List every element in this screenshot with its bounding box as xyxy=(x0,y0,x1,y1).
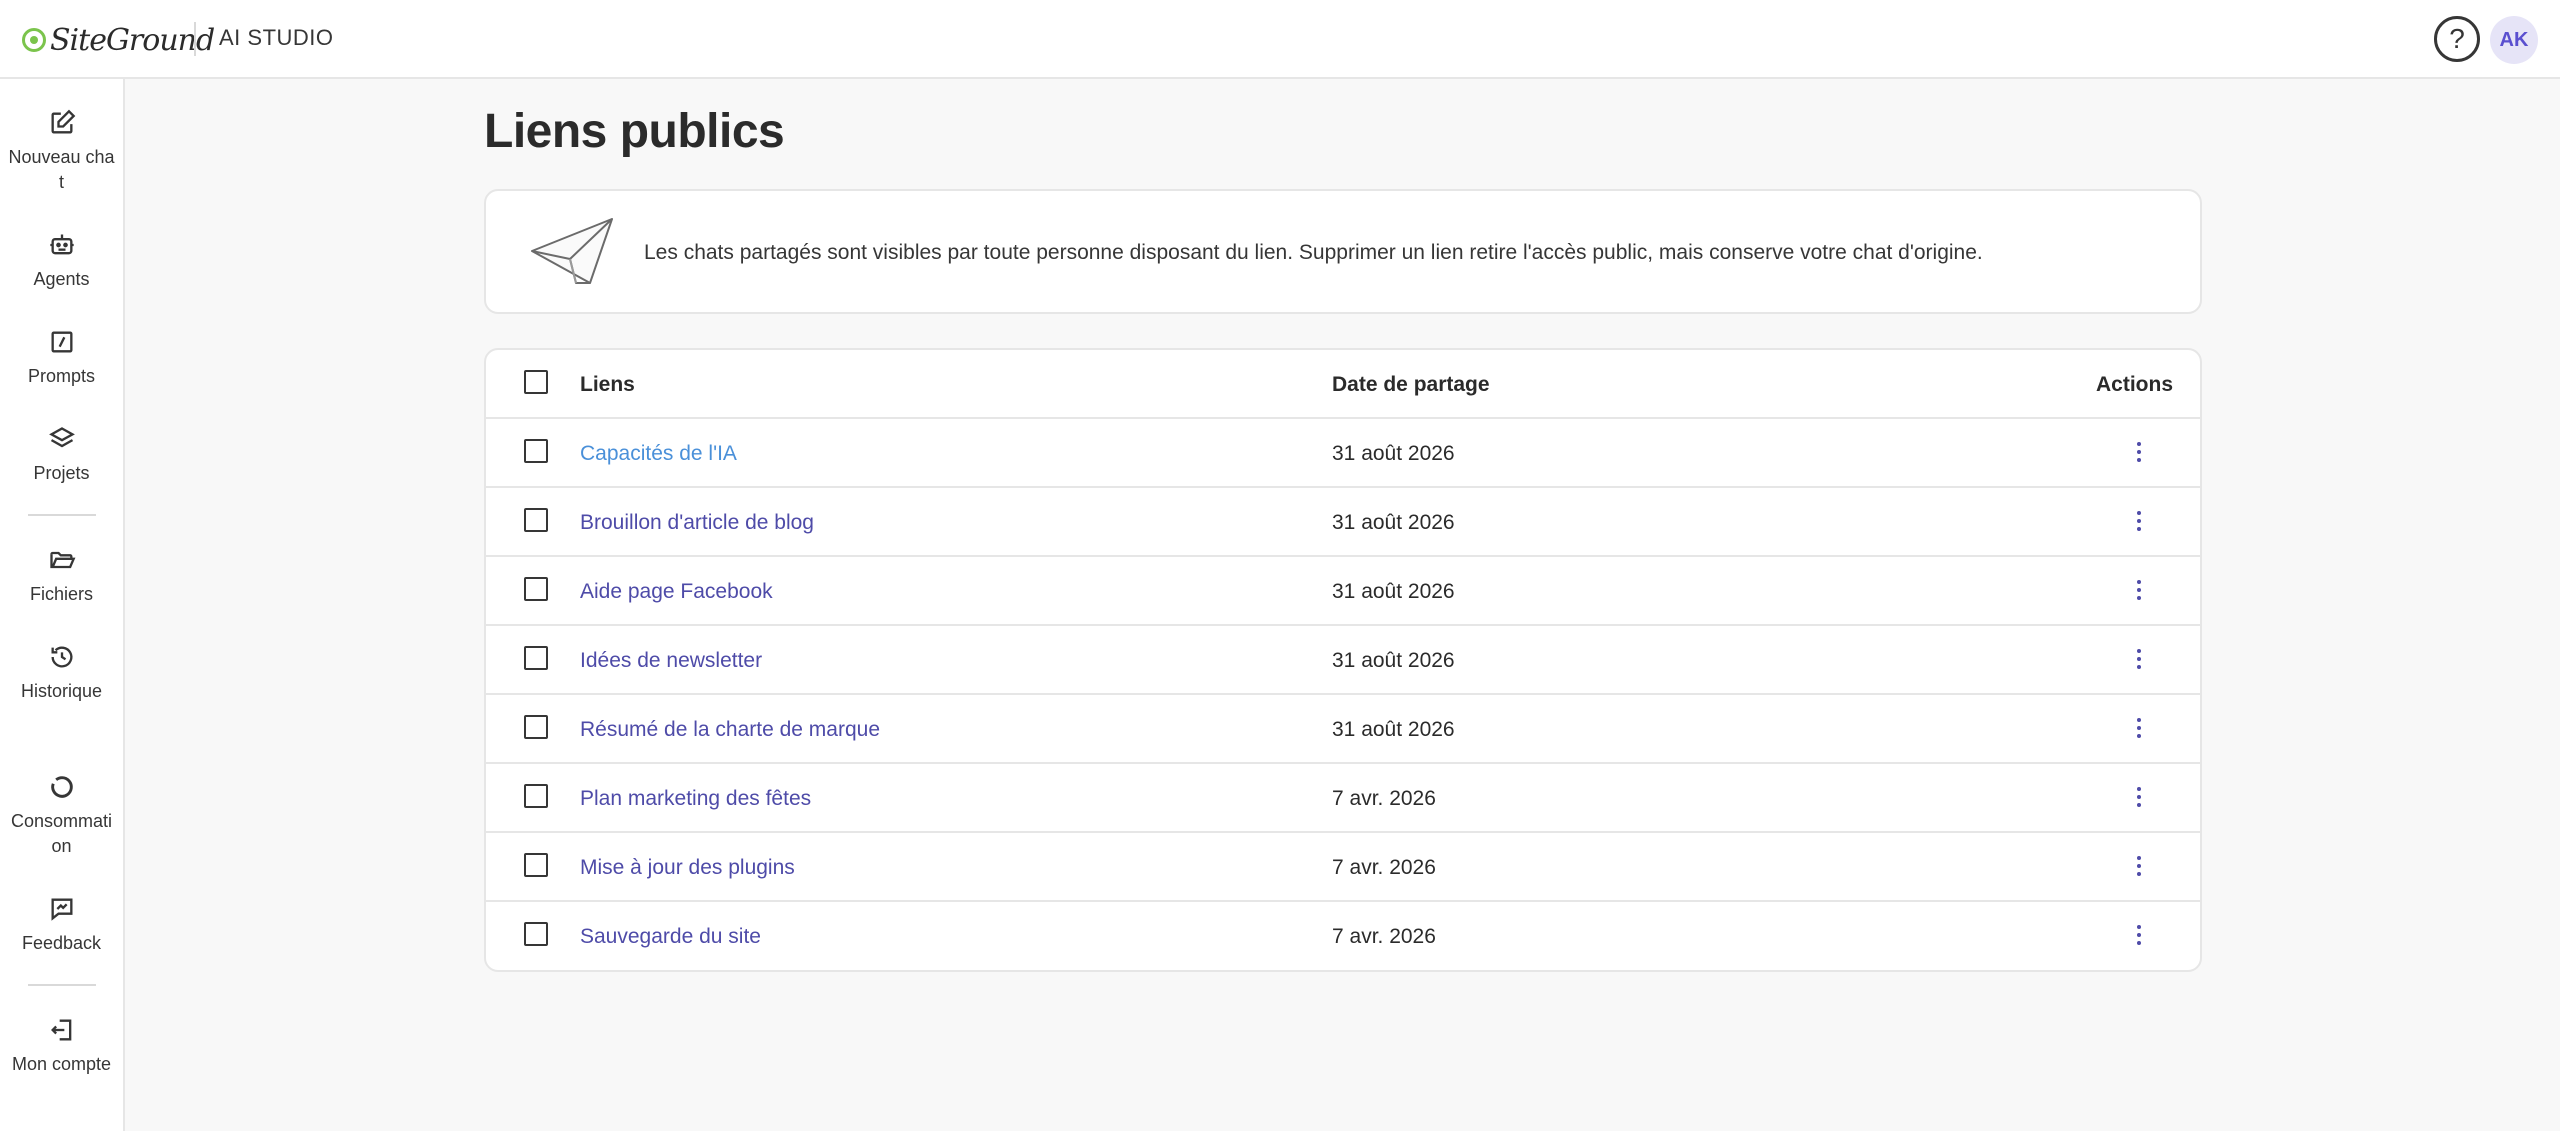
logo-text: SiteGround xyxy=(50,22,215,58)
share-date: 31 août 2026 xyxy=(1332,649,1455,672)
top-bar: SiteGround AI STUDIO ? AK xyxy=(0,0,2560,79)
user-avatar[interactable]: AK xyxy=(2490,16,2538,64)
share-date: 31 août 2026 xyxy=(1332,580,1455,603)
sidebar-item-prompts[interactable]: Prompts xyxy=(0,328,123,389)
help-button[interactable]: ? xyxy=(2434,16,2480,62)
header-divider xyxy=(194,22,196,56)
robot-icon xyxy=(49,234,74,255)
column-header-actions: Actions xyxy=(2096,373,2174,396)
shared-link[interactable]: Capacités de l'IA xyxy=(580,442,737,466)
sidebar-item-label: Feedback xyxy=(21,933,102,953)
folder-icon xyxy=(49,551,75,569)
info-banner: Les chats partagés sont visibles par tou… xyxy=(484,189,2202,314)
sidebar-item-label: Consommation xyxy=(10,811,113,856)
sidebar-item-agents[interactable]: Agents xyxy=(0,231,123,292)
siteground-logo-icon xyxy=(22,28,46,52)
shared-link[interactable]: Mise à jour des plugins xyxy=(580,856,795,880)
sidebar-divider xyxy=(28,514,96,516)
paper-plane-icon xyxy=(531,218,613,284)
more-actions-icon[interactable] xyxy=(2126,575,2152,605)
share-date: 7 avr. 2026 xyxy=(1332,856,1436,879)
row-checkbox[interactable] xyxy=(524,508,548,532)
row-checkbox[interactable] xyxy=(524,853,548,877)
row-checkbox[interactable] xyxy=(524,646,548,670)
logout-icon xyxy=(50,1019,71,1041)
sidebar-divider xyxy=(28,984,96,986)
table-row: Mise à jour des plugins 7 avr. 2026 xyxy=(486,833,2200,902)
more-actions-icon[interactable] xyxy=(2126,713,2152,743)
sidebar-item-new-chat[interactable]: Nouveau chat xyxy=(0,109,123,195)
share-date: 7 avr. 2026 xyxy=(1332,925,1436,948)
sidebar-item-label: Mon compte xyxy=(11,1054,112,1074)
more-actions-icon[interactable] xyxy=(2126,920,2152,950)
row-checkbox[interactable] xyxy=(524,439,548,463)
sidebar-item-label: Historique xyxy=(20,681,103,701)
sidebar-item-label: Prompts xyxy=(27,366,96,386)
sidebar-item-history[interactable]: Historique xyxy=(0,643,123,704)
history-icon xyxy=(51,646,72,668)
row-checkbox[interactable] xyxy=(524,784,548,808)
siteground-logo[interactable]: SiteGround xyxy=(22,20,215,60)
sidebar-item-files[interactable]: Fichiers xyxy=(0,546,123,607)
share-date: 31 août 2026 xyxy=(1332,511,1455,534)
table-row: Aide page Facebook 31 août 2026 xyxy=(486,557,2200,626)
share-date: 31 août 2026 xyxy=(1332,442,1455,465)
more-actions-icon[interactable] xyxy=(2126,644,2152,674)
column-header-links: Liens xyxy=(580,373,635,396)
column-header-date: Date de partage xyxy=(1332,373,1490,396)
shared-link[interactable]: Résumé de la charte de marque xyxy=(580,718,880,742)
row-checkbox[interactable] xyxy=(524,577,548,601)
more-actions-icon[interactable] xyxy=(2126,851,2152,881)
more-actions-icon[interactable] xyxy=(2126,506,2152,536)
table-row: Plan marketing des fêtes 7 avr. 2026 xyxy=(486,764,2200,833)
table-row: Résumé de la charte de marque 31 août 20… xyxy=(486,695,2200,764)
public-links-table: Liens Date de partage Actions Capacités … xyxy=(484,348,2202,972)
more-actions-icon[interactable] xyxy=(2126,437,2152,467)
app-name: AI STUDIO xyxy=(219,25,334,50)
table-row: Sauvegarde du site 7 avr. 2026 xyxy=(486,902,2200,970)
feedback-icon xyxy=(51,898,72,921)
info-text: Les chats partagés sont visibles par tou… xyxy=(644,241,1983,264)
shared-link[interactable]: Plan marketing des fêtes xyxy=(580,787,811,811)
edit-icon xyxy=(51,109,75,134)
table-row: Capacités de l'IA 31 août 2026 xyxy=(486,419,2200,488)
sidebar-item-usage[interactable]: Consommation xyxy=(0,773,123,859)
page-title: Liens publics xyxy=(484,105,785,158)
prompt-icon xyxy=(51,331,72,353)
sidebar-item-label: Fichiers xyxy=(29,584,93,604)
usage-icon xyxy=(50,776,73,798)
layers-icon xyxy=(48,427,75,448)
sidebar-item-feedback[interactable]: Feedback xyxy=(0,895,123,956)
row-checkbox[interactable] xyxy=(524,922,548,946)
table-row: Brouillon d'article de blog 31 août 2026 xyxy=(486,488,2200,557)
sidebar-item-projects[interactable]: Projets xyxy=(0,425,123,486)
shared-link[interactable]: Idées de newsletter xyxy=(580,649,762,673)
table-header-row: Liens Date de partage Actions xyxy=(486,350,2200,419)
shared-link[interactable]: Aide page Facebook xyxy=(580,580,773,604)
select-all-checkbox[interactable] xyxy=(524,370,548,394)
more-actions-icon[interactable] xyxy=(2126,782,2152,812)
sidebar-item-label: Agents xyxy=(33,269,90,289)
sidebar-item-my-account[interactable]: Mon compte xyxy=(0,1016,123,1077)
shared-link[interactable]: Sauvegarde du site xyxy=(580,925,761,949)
row-checkbox[interactable] xyxy=(524,715,548,739)
sidebar: Nouveau chat Agents Prompts Projets Fich… xyxy=(0,79,125,1131)
table-row: Idées de newsletter 31 août 2026 xyxy=(486,626,2200,695)
share-date: 31 août 2026 xyxy=(1332,718,1455,741)
share-date: 7 avr. 2026 xyxy=(1332,787,1436,810)
sidebar-item-label: Projets xyxy=(33,463,90,483)
shared-link[interactable]: Brouillon d'article de blog xyxy=(580,511,814,535)
sidebar-item-label: Nouveau chat xyxy=(8,147,115,192)
